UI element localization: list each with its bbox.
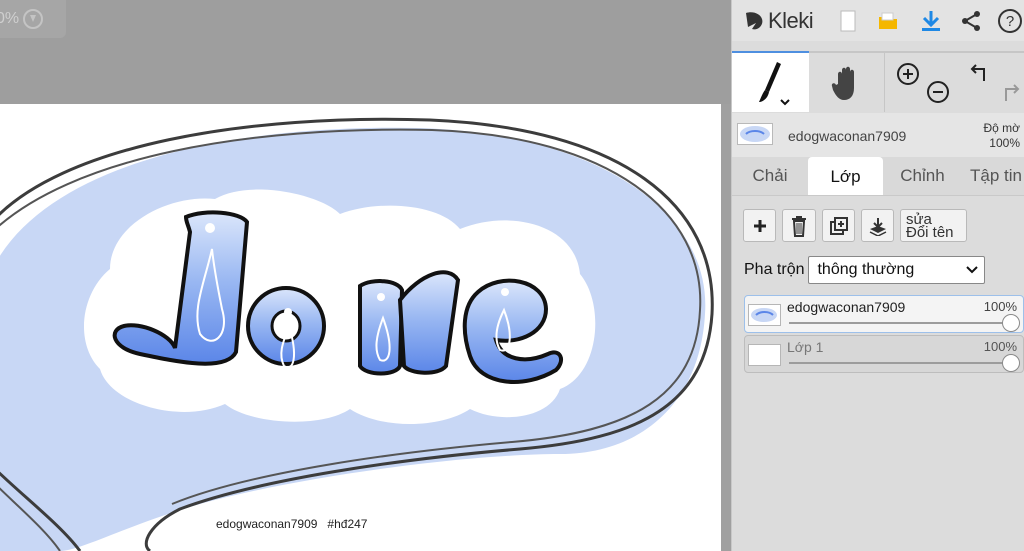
zoom-tools: [884, 53, 958, 112]
rename-layer-button[interactable]: sửa Đổi tên: [900, 209, 967, 242]
undo-icon[interactable]: [968, 61, 992, 85]
zoom-level: 0%: [0, 10, 20, 27]
kleki-logo-icon: [746, 11, 763, 29]
hand-tool-button[interactable]: [809, 53, 884, 112]
layer-thumbnail: [748, 304, 781, 326]
layer-opacity: 100%: [983, 299, 1017, 314]
brush-icon: [758, 61, 790, 105]
layer-opacity-slider-track[interactable]: [789, 322, 1011, 324]
zoom-out-icon[interactable]: [925, 79, 951, 105]
layer-thumbnail: [748, 344, 781, 366]
new-file-icon: [840, 10, 856, 31]
chevron-down-icon: [966, 266, 979, 274]
tool-row: [732, 51, 1024, 112]
zoom-in-icon[interactable]: [895, 61, 921, 87]
add-layer-button[interactable]: [743, 209, 776, 242]
current-layer-bar: edogwaconan7909 Độ mờ 100%: [732, 113, 1024, 157]
rename-label: Đổi tên: [906, 223, 954, 241]
artwork-love-bubble: [0, 117, 714, 551]
blend-mode-select[interactable]: thông thường: [808, 256, 986, 284]
layer-item[interactable]: Lớp 1 100%: [744, 335, 1024, 373]
share-icon: [962, 10, 980, 31]
tab-layer[interactable]: Lớp: [808, 157, 883, 197]
current-layer-opacity: Độ mờ 100%: [983, 121, 1020, 151]
open-file-button[interactable]: [872, 0, 904, 41]
hand-icon: [831, 66, 854, 100]
blend-mode-value: thông thường: [817, 261, 915, 278]
side-panel: Kleki ? edogwaconan7909 Độ mờ 100% Chải …: [731, 0, 1024, 551]
current-layer-name: edogwaconan7909: [788, 128, 907, 144]
drawing-canvas[interactable]: edogwaconan7909 #hđ247: [0, 104, 721, 551]
signature-text: edogwaconan7909 #hđ247: [216, 517, 368, 531]
plus-icon: [753, 219, 766, 232]
brush-tool-button[interactable]: [732, 51, 809, 112]
new-file-button[interactable]: [832, 0, 864, 41]
blend-mode-row: Pha trộn thông thường: [744, 256, 986, 284]
delete-layer-button[interactable]: [782, 209, 816, 242]
opacity-label: Độ mờ: [983, 121, 1020, 135]
app-logo[interactable]: Kleki: [742, 0, 814, 41]
help-icon: ?: [998, 8, 1022, 33]
layer-opacity-slider-handle[interactable]: [1002, 314, 1020, 332]
layer-item-selected[interactable]: edogwaconan7909 100%: [744, 295, 1024, 333]
layer-opacity: 100%: [983, 339, 1017, 354]
duplicate-layer-button[interactable]: [822, 209, 855, 242]
svg-text:?: ?: [1006, 13, 1014, 30]
share-button[interactable]: [955, 0, 987, 41]
download-icon: [922, 10, 940, 31]
zoom-indicator[interactable]: 0%: [0, 0, 66, 38]
panel-tabs: Chải Lớp Chỉnh Tập tin: [732, 157, 1024, 197]
tab-brush[interactable]: Chải: [732, 157, 808, 195]
layers-panel: sửa Đổi tên Pha trộn thông thường edogwa…: [732, 195, 1024, 551]
app-name: Kleki: [768, 7, 814, 33]
merge-down-icon: [869, 217, 886, 236]
folder-icon: [879, 12, 897, 29]
history-tools: [958, 53, 1024, 112]
tab-file[interactable]: Tập tin: [962, 157, 1024, 195]
duplicate-icon: [829, 216, 848, 235]
blend-mode-label: Pha trộn: [744, 261, 805, 278]
download-button[interactable]: [915, 0, 947, 41]
layer-name: Lớp 1: [787, 339, 824, 355]
current-layer-thumbnail: [737, 123, 773, 145]
opacity-value: 100%: [989, 136, 1020, 150]
zoom-reset-icon[interactable]: [23, 9, 44, 29]
redo-icon[interactable]: [998, 81, 1022, 105]
merge-layer-button[interactable]: [861, 209, 894, 242]
top-toolbar: Kleki ?: [732, 0, 1024, 41]
tab-adjust[interactable]: Chỉnh: [883, 157, 962, 195]
layer-opacity-slider-track[interactable]: [789, 362, 1011, 364]
help-button[interactable]: ?: [994, 0, 1024, 41]
layer-name: edogwaconan7909: [787, 299, 906, 315]
trash-icon: [792, 215, 806, 237]
layer-opacity-slider-handle[interactable]: [1002, 354, 1020, 372]
canvas-area[interactable]: 0% edogwaconan7909 #hđ247: [0, 0, 731, 551]
canvas-edge: [721, 104, 731, 551]
